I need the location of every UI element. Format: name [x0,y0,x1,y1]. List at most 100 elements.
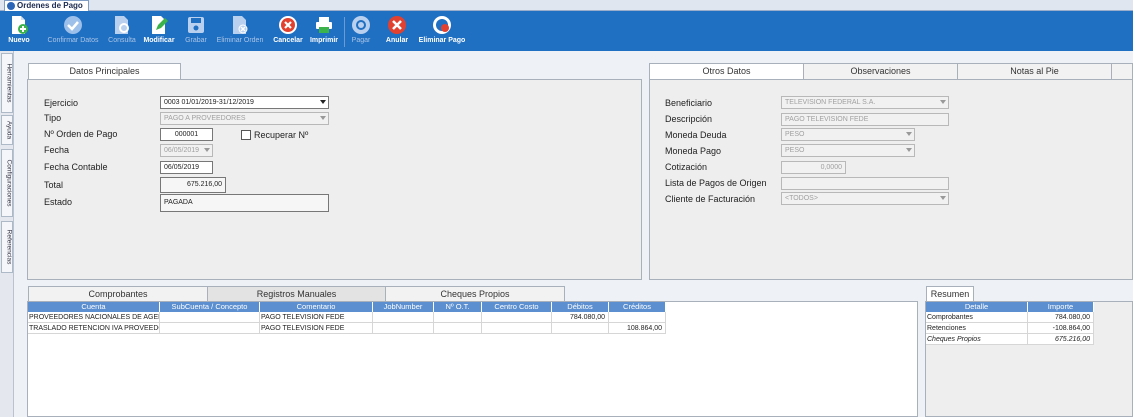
sidebar-tab-referencias[interactable]: Referencias [1,221,13,273]
ejercicio-label: Ejercicio [44,98,79,108]
confirmar-datos-button[interactable]: Confirmar Datos [44,13,102,49]
cell-creditos [609,312,666,323]
orden-value: 000001 [174,131,199,138]
estado-label: Estado [44,197,73,207]
tab-label: Resumen [930,289,970,299]
ejercicio-value: 0003 01/01/2019-31/12/2019 [164,99,254,106]
printer-icon [316,17,332,33]
fecha-input[interactable]: 06/05/2019 [160,144,213,157]
column-header-creditos[interactable]: Créditos [609,302,666,312]
sidebar-tab-ayuda[interactable]: Ayuda [1,115,13,145]
sidebar-tab-configuraciones[interactable]: Configuraciones [1,149,13,217]
tab-observaciones[interactable]: Observaciones [803,63,958,80]
total-value: 675.216,00 [186,181,222,188]
registros-manuales-grid: Cuenta SubCuenta / Concepto Comentario J… [27,301,918,417]
column-header-comentario[interactable]: Comentario [260,302,373,312]
cell-detalle: Retenciones [926,323,1028,334]
cancel-icon [279,16,297,34]
cell-cuenta: PROVEEDORES NACIONALES DE AGENCIA [28,312,160,323]
column-header-jobnumber[interactable]: JobNumber [373,302,434,312]
tab-label: Cheques Propios [440,289,510,299]
column-header-importe[interactable]: Importe [1028,302,1094,312]
cell-importe: 784.080,00 [1028,312,1094,323]
column-header-debitos[interactable]: Débitos [552,302,609,312]
moneda-deuda-label: Moneda Deuda [665,130,727,140]
tab-otros-datos[interactable]: Otros Datos [649,63,804,80]
descripcion-input[interactable]: PAGO TELEVISION FEDE [781,113,949,126]
anular-button[interactable]: Anular [384,13,410,49]
cliente-facturacion-select[interactable]: <TODOS> [781,192,949,205]
orden-label: Nº Orden de Pago [44,129,118,139]
window-titlebar: Ordenes de Pago [0,0,1133,11]
cell-creditos: 108.864,00 [609,323,666,334]
moneda-pago-select[interactable]: PESO [781,144,915,157]
tab-resumen[interactable]: Resumen [926,286,974,301]
resumen-grid: Detalle Importe Comprobantes 784.080,00 … [925,301,1133,417]
modificar-button[interactable]: Modificar [142,13,176,49]
imprimir-button[interactable]: Imprimir [308,13,340,49]
tab-registros-manuales[interactable]: Registros Manuales [207,286,386,301]
beneficiario-value: TELEVISION FEDERAL S.A. [785,99,876,106]
ejercicio-select[interactable]: 0003 01/01/2019-31/12/2019 [160,96,329,109]
anular-label: Anular [385,37,409,44]
cell-comentario: PAGO TELEVISION FEDE [260,312,373,323]
cancelar-button[interactable]: Cancelar [272,13,304,49]
moneda-pago-value: PESO [785,147,805,154]
search-document-icon [115,16,129,34]
descripcion-value: PAGO TELEVISION FEDE [785,116,869,123]
orden-input[interactable]: 000001 [160,128,213,141]
column-header-centro-costo[interactable]: Centro Costo [482,302,552,312]
tab-comprobantes[interactable]: Comprobantes [28,286,208,301]
modificar-label: Modificar [143,37,175,44]
cotizacion-input[interactable]: 0,0000 [781,161,846,174]
eliminar-pago-button[interactable]: Eliminar Pago [418,13,466,49]
chevron-down-icon [940,196,946,200]
moneda-deuda-select[interactable]: PESO [781,128,915,141]
nuevo-label: Nuevo [8,37,30,44]
cell-cuenta: TRASLADO RETENCION IVA PROVEEDORES [28,323,160,334]
tab-cheques-propios[interactable]: Cheques Propios [385,286,565,301]
tab-overflow[interactable] [1111,63,1133,80]
cliente-facturacion-label: Cliente de Facturación [665,194,756,204]
nuevo-button[interactable]: Nuevo [6,13,32,49]
sidebar-label: Referencias [5,229,13,265]
column-header-detalle[interactable]: Detalle [926,302,1028,312]
tipo-label: Tipo [44,113,62,123]
tab-datos-principales[interactable]: Datos Principales [28,63,181,80]
datos-principales-panel: Ejercicio 0003 01/01/2019-31/12/2019 Tip… [27,79,642,280]
tab-label: Comprobantes [88,289,148,299]
pagar-button[interactable]: Pagar [350,13,372,49]
column-header-ot[interactable]: Nº O.T. [434,302,482,312]
fecha-label: Fecha [44,145,70,155]
cell-detalle: Comprobantes [926,312,1028,323]
otros-datos-panel: Beneficiario TELEVISION FEDERAL S.A. Des… [649,79,1133,280]
delete-payment-icon [433,16,451,34]
eliminar-orden-button[interactable]: Eliminar Orden [214,13,266,49]
grabar-button[interactable]: Grabar [182,13,210,49]
recuperar-checkbox[interactable] [241,130,251,140]
consulta-button[interactable]: Consulta [106,13,138,49]
fecha-contable-input[interactable]: 06/05/2019 [160,161,213,174]
window-tab-label: Ordenes de Pago [17,1,83,10]
tab-label: Notas al Pie [1010,66,1059,76]
tipo-select[interactable]: PAGO A PROVEEDORES [160,112,329,125]
app-icon [7,2,15,10]
sidebar-label: Configuraciones [5,159,13,207]
estado-value: PAGADA [164,199,193,206]
cotizacion-value: 0,0000 [820,164,842,171]
column-header-cuenta[interactable]: Cuenta [28,302,160,312]
beneficiario-select[interactable]: TELEVISION FEDERAL S.A. [781,96,949,109]
tipo-value: PAGO A PROVEEDORES [164,115,246,122]
column-header-subcuenta[interactable]: SubCuenta / Concepto [160,302,260,312]
beneficiario-label: Beneficiario [665,98,713,108]
toolbar: Nuevo Confirmar Datos Consulta Modificar… [0,11,1133,51]
lista-pagos-label: Lista de Pagos de Origen [665,178,767,188]
chevron-down-icon [320,116,326,120]
tab-notas-al-pie[interactable]: Notas al Pie [957,63,1112,80]
chevron-down-icon [940,100,946,104]
eliminar-pago-label: Eliminar Pago [418,37,466,44]
total-label: Total [44,180,64,190]
lista-pagos-input[interactable] [781,177,949,190]
chevron-down-icon [906,132,912,136]
window-tab-ordenes-de-pago[interactable]: Ordenes de Pago [4,0,89,11]
